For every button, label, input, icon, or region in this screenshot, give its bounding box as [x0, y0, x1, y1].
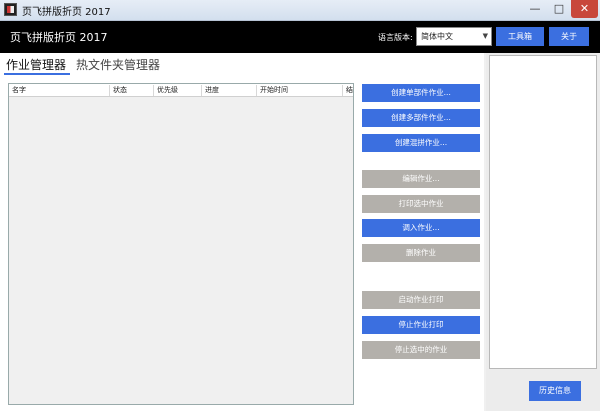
language-label: 语言版本: — [378, 33, 413, 42]
edit-job-button[interactable]: 编辑作业... — [362, 170, 480, 188]
app-header: 页飞拼版折页 2017 语言版本: 简体中文 ▼ 工具箱 关于 — [0, 21, 600, 53]
toolbox-button[interactable]: 工具箱 — [496, 27, 544, 46]
job-table-header: 名字 状态 优先级 进度 开始时间 结束 — [9, 84, 353, 97]
about-button[interactable]: 关于 — [549, 27, 589, 46]
brand-title: 页飞拼版折页 2017 — [10, 31, 108, 44]
column-header-end-time[interactable]: 结束 — [343, 85, 353, 96]
right-panel: 历史信息 — [486, 53, 600, 411]
maximize-icon[interactable]: □ — [547, 0, 571, 18]
minimize-icon[interactable]: — — [523, 0, 547, 18]
app-logo-icon — [4, 3, 17, 16]
print-selected-job-button[interactable]: 打印选中作业 — [362, 195, 480, 213]
column-header-progress[interactable]: 进度 — [202, 85, 257, 96]
job-table[interactable]: 名字 状态 优先级 进度 开始时间 结束 — [8, 83, 354, 405]
history-list[interactable] — [489, 55, 597, 369]
start-job-printing-button[interactable]: 启动作业打印 — [362, 291, 480, 309]
tab-hot-folder-manager[interactable]: 热文件夹管理器 — [76, 56, 160, 73]
stop-selected-job-button[interactable]: 停止选中的作业 — [362, 341, 480, 359]
tab-bar: 作业管理器 热文件夹管理器 — [0, 53, 484, 75]
app-window: 页飞拼版折页 2017 — □ ✕ 页飞拼版折页 2017 语言版本: 简体中文… — [0, 0, 600, 411]
chevron-down-icon: ▼ — [482, 32, 488, 40]
delete-job-button[interactable]: 删除作业 — [362, 244, 480, 262]
column-header-priority[interactable]: 优先级 — [154, 85, 202, 96]
create-single-part-job-button[interactable]: 创建单部件作业... — [362, 84, 480, 102]
title-bar[interactable]: 页飞拼版折页 2017 — □ ✕ — [0, 0, 600, 21]
history-button[interactable]: 历史信息 — [529, 381, 581, 401]
language-select[interactable]: 简体中文 ▼ — [416, 27, 492, 46]
tab-job-manager[interactable]: 作业管理器 — [6, 56, 66, 73]
column-header-name[interactable]: 名字 — [9, 85, 110, 96]
create-gang-job-button[interactable]: 创建混拼作业... — [362, 134, 480, 152]
stop-job-printing-button[interactable]: 停止作业打印 — [362, 316, 480, 334]
close-icon[interactable]: ✕ — [571, 0, 598, 18]
column-header-status[interactable]: 状态 — [110, 85, 154, 96]
window-title: 页飞拼版折页 2017 — [22, 7, 111, 18]
language-select-value: 简体中文 — [421, 32, 453, 41]
column-header-start-time[interactable]: 开始时间 — [257, 85, 343, 96]
load-job-button[interactable]: 调入作业... — [362, 219, 480, 237]
create-multi-part-job-button[interactable]: 创建多部件作业... — [362, 109, 480, 127]
